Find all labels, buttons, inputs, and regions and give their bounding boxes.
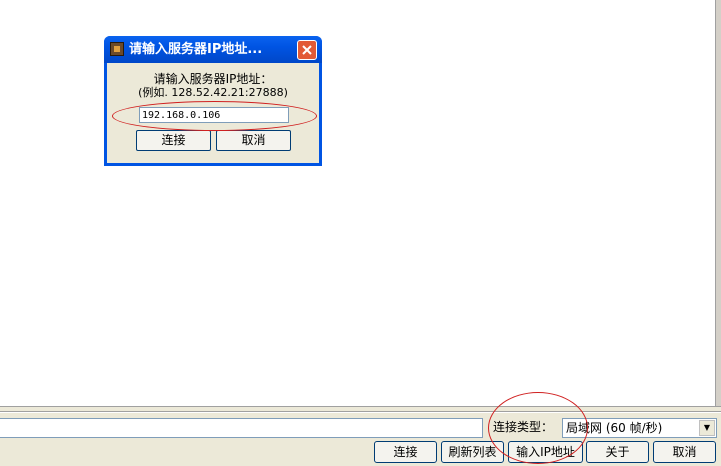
ip-entry-dialog: 请输入服务器IP地址... 请输入服务器IP地址： (例如. 128.52.42… [104,36,322,166]
dialog-titlebar[interactable]: 请输入服务器IP地址... [104,36,322,63]
connection-type-select[interactable]: 局域网 (60 帧/秒) ▼ [562,418,717,438]
connect-button[interactable]: 连接 [374,441,437,463]
ip-address-input[interactable] [139,107,289,123]
panel-divider [0,411,721,413]
chevron-down-icon[interactable]: ▼ [699,420,715,436]
game-app-icon [110,42,124,56]
status-field [0,418,483,438]
about-button[interactable]: 关于 [586,441,649,463]
dialog-cancel-button[interactable]: 取消 [216,130,291,151]
dialog-title: 请输入服务器IP地址... [129,42,263,57]
cancel-button[interactable]: 取消 [653,441,716,463]
close-icon[interactable] [297,40,317,60]
connection-type-value: 局域网 (60 帧/秒) [566,421,663,435]
bottom-panel: 连接类型： 局域网 (60 帧/秒) ▼ 连接 刷新列表 输入IP地址 关于 取… [0,406,721,466]
window-edge [715,0,721,466]
dialog-example-text: (例如. 128.52.42.21:27888) [138,86,288,99]
dialog-body: 请输入服务器IP地址： (例如. 128.52.42.21:27888) 连接 … [107,63,319,163]
dialog-connect-button[interactable]: 连接 [136,130,211,151]
dialog-prompt: 请输入服务器IP地址： [153,72,273,86]
connection-type-label: 连接类型： [493,420,554,434]
enter-ip-button[interactable]: 输入IP地址 [508,441,583,463]
refresh-list-button[interactable]: 刷新列表 [441,441,504,463]
